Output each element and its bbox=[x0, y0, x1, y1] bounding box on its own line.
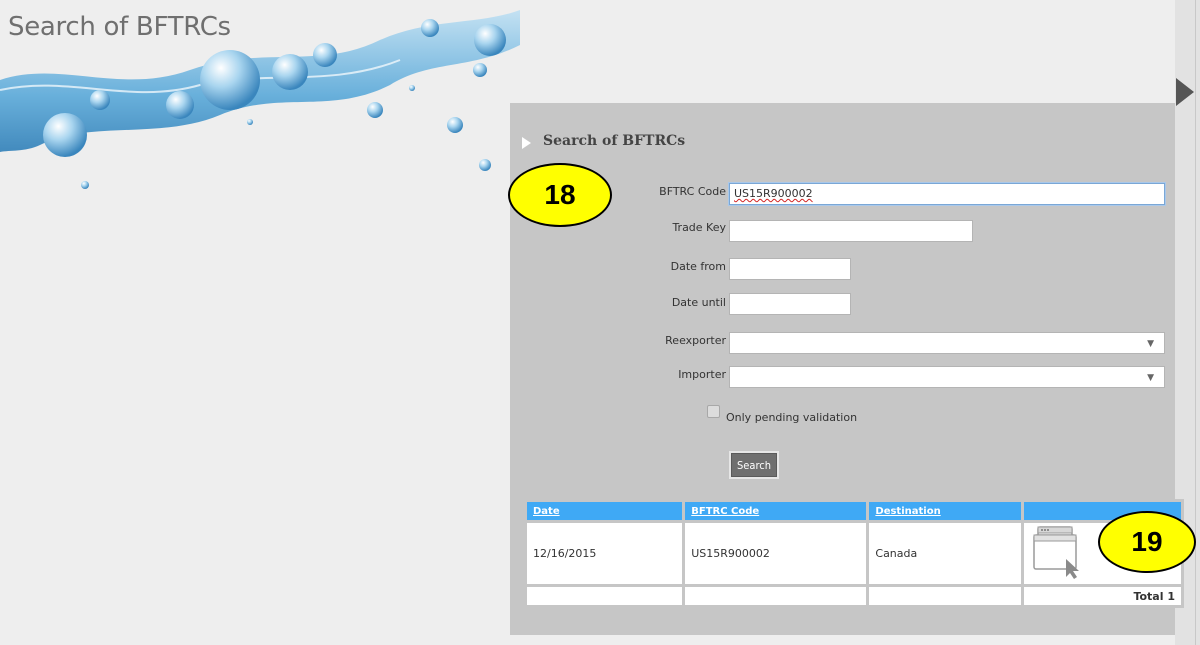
results-header-row: Date BFTRC Code Destination bbox=[527, 502, 1181, 520]
expand-arrow-icon[interactable] bbox=[522, 137, 531, 149]
importer-label: Importer bbox=[678, 368, 726, 381]
date-from-input[interactable] bbox=[729, 258, 851, 280]
panel-title: Search of BFTRCs bbox=[543, 133, 686, 149]
table-row: 12/16/2015 US15R900002 Canada bbox=[527, 523, 1181, 584]
chevron-down-icon: ▼ bbox=[1147, 339, 1154, 349]
cell-date: 12/16/2015 bbox=[527, 523, 683, 584]
column-header-destination[interactable]: Destination bbox=[869, 502, 1021, 520]
pending-validation-checkbox[interactable] bbox=[707, 405, 720, 418]
callout-badge-18: 18 bbox=[508, 163, 612, 227]
date-until-label: Date until bbox=[671, 296, 726, 309]
bftrc-code-value: US15R900002 bbox=[734, 187, 813, 200]
reexporter-select[interactable]: ▼ bbox=[729, 332, 1165, 354]
total-count: Total 1 bbox=[1023, 587, 1181, 605]
total-empty-cell bbox=[685, 587, 867, 605]
page-title: Search of BFTRCs bbox=[8, 12, 231, 42]
total-empty-cell bbox=[527, 587, 683, 605]
scrollbar-divider bbox=[1195, 0, 1196, 645]
total-empty-cell bbox=[869, 587, 1021, 605]
search-panel: Search of BFTRCs BFTRC Code US15R900002 … bbox=[510, 103, 1184, 635]
reexporter-label: Reexporter bbox=[665, 334, 726, 347]
collapse-triangle-icon[interactable] bbox=[1176, 78, 1194, 106]
date-until-input[interactable] bbox=[729, 293, 851, 315]
callout-badge-19: 19 bbox=[1098, 511, 1196, 573]
date-from-label: Date from bbox=[670, 260, 726, 273]
search-button[interactable]: Search bbox=[731, 453, 777, 477]
bftrc-code-input[interactable]: US15R900002 bbox=[729, 183, 1165, 205]
importer-select[interactable]: ▼ bbox=[729, 366, 1165, 388]
cell-bftrc-code: US15R900002 bbox=[685, 523, 867, 584]
results-table: Date BFTRC Code Destination 12/16/2015 U… bbox=[524, 499, 1184, 608]
cell-destination: Canada bbox=[869, 523, 1021, 584]
table-total-row: Total 1 bbox=[527, 587, 1181, 605]
pending-validation-label: Only pending validation bbox=[726, 411, 858, 424]
column-header-bftrc-code[interactable]: BFTRC Code bbox=[685, 502, 867, 520]
chevron-down-icon: ▼ bbox=[1147, 373, 1154, 383]
column-header-date[interactable]: Date bbox=[527, 502, 683, 520]
trade-key-label: Trade Key bbox=[672, 221, 726, 234]
trade-key-input[interactable] bbox=[729, 220, 973, 242]
open-window-icon[interactable] bbox=[1030, 523, 1100, 581]
bftrc-code-label: BFTRC Code bbox=[659, 185, 726, 198]
